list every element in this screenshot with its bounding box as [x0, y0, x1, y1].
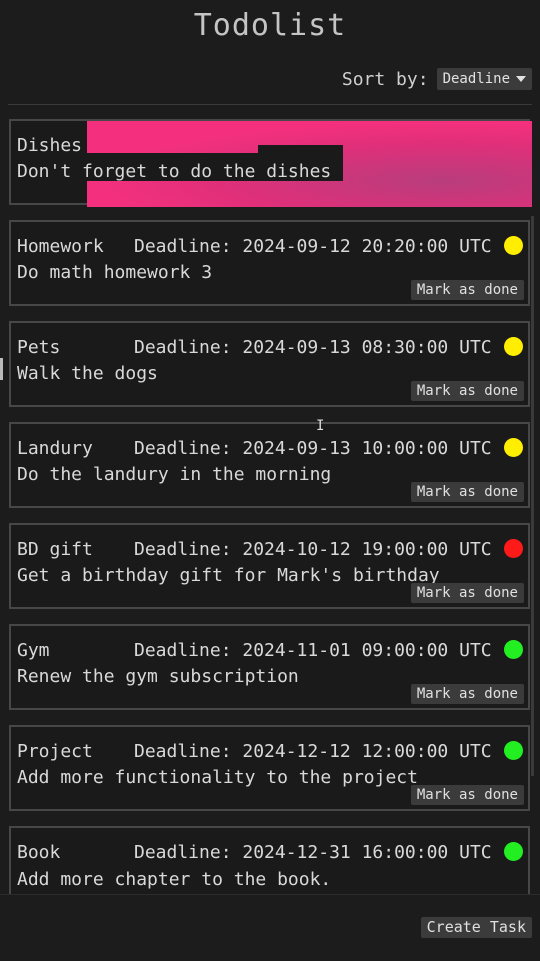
task-card[interactable]: Landury Deadline: 2024-09-13 10:00:00 UT… — [9, 422, 530, 508]
footer-bar: Create Task — [0, 894, 540, 961]
task-list[interactable]: Dishes Don't forget to do the dishes Hom… — [0, 112, 540, 894]
task-name: Pets — [17, 337, 61, 358]
status-dot-icon — [504, 337, 523, 356]
status-dot-icon — [504, 842, 523, 861]
task-description: Get a birthday gift for Mark's birthday — [17, 565, 440, 586]
create-task-button[interactable]: Create Task — [420, 917, 532, 938]
mark-done-button[interactable]: Mark as done — [410, 785, 524, 805]
mark-done-button[interactable]: Mark as done — [410, 583, 524, 603]
task-deadline: Deadline: 2024-12-12 12:00:00 UTC — [134, 741, 492, 762]
task-description: Add more functionality to the project — [17, 767, 418, 788]
mark-done-button[interactable]: Mark as done — [410, 381, 524, 401]
sort-selected-value: Deadline — [442, 71, 510, 87]
task-description: Do the landury in the morning — [17, 464, 332, 485]
task-name: Dishes — [17, 135, 83, 156]
task-name: Project — [17, 741, 93, 762]
sort-label: Sort by: — [341, 68, 429, 90]
status-dot-icon — [504, 438, 523, 457]
task-deadline: Deadline: 2024-09-13 10:00:00 UTC — [134, 438, 492, 459]
task-name: Gym — [17, 640, 50, 661]
sort-select[interactable]: Deadline — [436, 68, 532, 90]
scrollbar[interactable] — [531, 216, 534, 776]
task-description: Renew the gym subscription — [17, 666, 299, 687]
task-description: Walk the dogs — [17, 363, 158, 384]
status-dot-icon — [504, 640, 523, 659]
task-deadline: Deadline: 2024-12-31 16:00:00 UTC — [134, 842, 492, 863]
status-dot-icon — [504, 539, 523, 558]
task-card[interactable]: Project Deadline: 2024-12-12 12:00:00 UT… — [9, 725, 530, 811]
task-description: Add more chapter to the book. Key points… — [17, 869, 332, 894]
window-edge-handle — [0, 358, 3, 380]
task-name: Homework — [17, 236, 104, 257]
mark-done-button[interactable]: Mark as done — [410, 482, 524, 502]
task-deadline: Deadline: 2024-10-12 19:00:00 UTC — [134, 539, 492, 560]
task-card[interactable]: Pets Deadline: 2024-09-13 08:30:00 UTC W… — [9, 321, 530, 407]
task-deadline: Deadline: 2024-09-13 08:30:00 UTC — [134, 337, 492, 358]
task-card[interactable]: Book Deadline: 2024-12-31 16:00:00 UTC A… — [9, 826, 530, 894]
app-title: Todolist — [193, 8, 347, 43]
text-cursor-icon: I — [316, 418, 325, 434]
chevron-down-icon — [516, 76, 526, 82]
status-dot-icon — [504, 236, 523, 255]
status-dot-icon — [504, 741, 523, 760]
task-card[interactable]: Gym Deadline: 2024-11-01 09:00:00 UTC Re… — [9, 624, 530, 710]
mark-done-button[interactable]: Mark as done — [410, 280, 524, 300]
task-name: BD gift — [17, 539, 93, 560]
mark-done-button[interactable]: Mark as done — [410, 684, 524, 704]
task-card[interactable]: BD gift Deadline: 2024-10-12 19:00:00 UT… — [9, 523, 530, 609]
task-deadline: Deadline: 2024-09-12 20:20:00 UTC — [134, 236, 492, 257]
task-name: Book — [17, 842, 61, 863]
task-name: Landury — [17, 438, 93, 459]
task-deadline: Deadline: 2024-11-01 09:00:00 UTC — [134, 640, 492, 661]
task-card[interactable]: Homework Deadline: 2024-09-12 20:20:00 U… — [9, 220, 530, 306]
sort-bar: Sort by: Deadline — [342, 68, 532, 90]
task-description: Do math homework 3 — [17, 262, 213, 283]
task-description: Don't forget to do the dishes — [17, 161, 332, 182]
task-card[interactable]: Dishes Don't forget to do the dishes — [9, 119, 532, 207]
header-divider — [8, 104, 532, 105]
